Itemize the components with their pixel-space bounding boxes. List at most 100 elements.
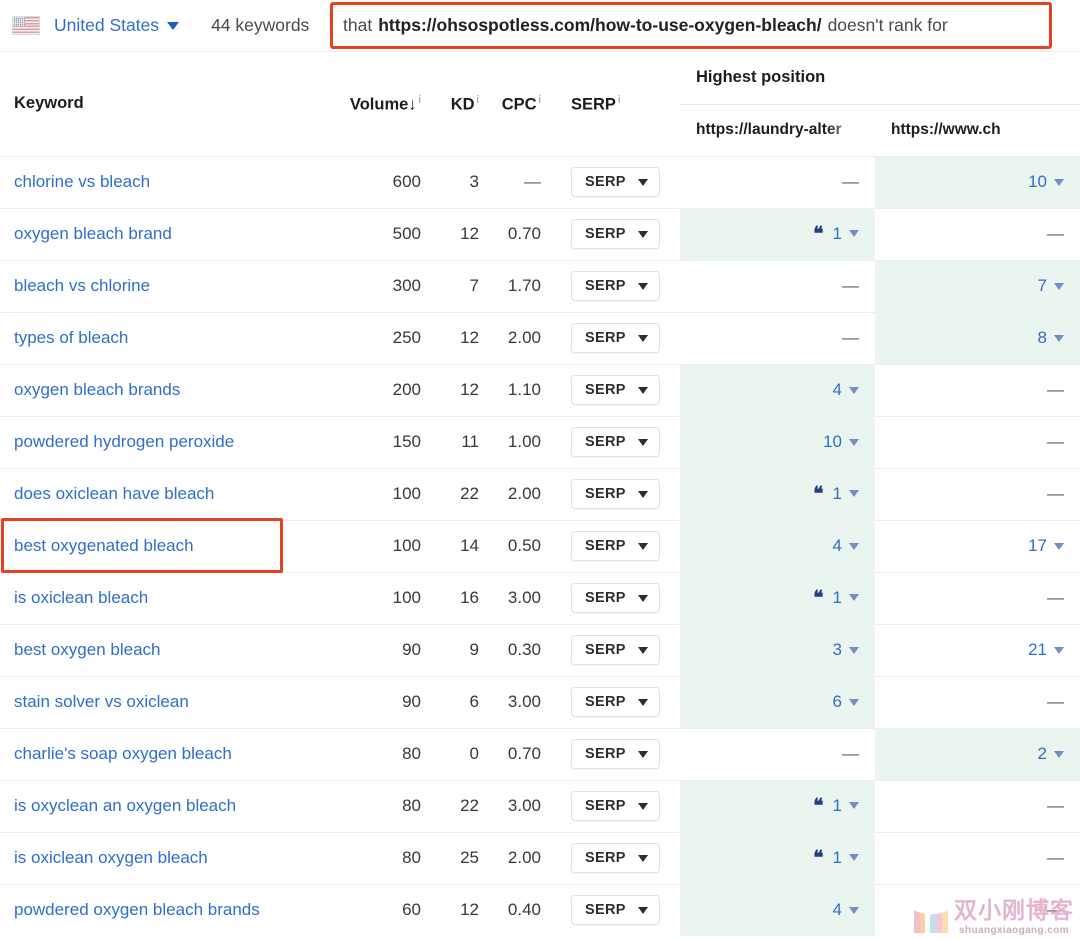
keyword-link[interactable]: best oxygen bleach — [14, 640, 161, 659]
filter-url[interactable]: https://ohsospotless.com/how-to-use-oxyg… — [378, 15, 821, 36]
table-row[interactable]: oxygen bleach brands 200 12 1.10 SERP 4 — — [0, 364, 1080, 416]
serp-button[interactable]: SERP — [571, 479, 660, 509]
table-row[interactable]: stain solver vs oxiclean 90 6 3.00 SERP 6 — — [0, 676, 1080, 728]
keyword-link[interactable]: oxygen bleach brands — [14, 380, 180, 399]
keyword-link[interactable]: powdered oxygen bleach brands — [14, 900, 260, 919]
column-header-kd[interactable]: KD i — [435, 52, 493, 156]
serp-button[interactable]: SERP — [571, 167, 660, 197]
position-cell-1[interactable]: ❝ 1 — [680, 468, 875, 520]
serp-button[interactable]: SERP — [571, 791, 660, 821]
column-header-serp[interactable]: SERP i — [555, 52, 680, 156]
keyword-link[interactable]: chlorine vs bleach — [14, 172, 150, 191]
keyword-link[interactable]: is oxyclean an oxygen bleach — [14, 796, 236, 815]
position-cell-1[interactable]: ❝ 1 — [680, 832, 875, 884]
serp-button[interactable]: SERP — [571, 739, 660, 769]
position-cell-1[interactable]: 4 — [680, 884, 875, 936]
table-row[interactable]: chlorine vs bleach 600 3 — SERP — 10 — [0, 156, 1080, 208]
position-cell-1[interactable]: 3 — [680, 624, 875, 676]
chevron-down-icon[interactable] — [1054, 282, 1064, 290]
chevron-down-icon[interactable] — [849, 698, 859, 706]
chevron-down-icon[interactable] — [849, 594, 859, 602]
keyword-cell[interactable]: is oxiclean bleach — [0, 572, 345, 624]
table-row[interactable]: is oxyclean an oxygen bleach 80 22 3.00 SERP… — [0, 780, 1080, 832]
country-selector[interactable]: United States — [54, 15, 180, 36]
table-row[interactable]: does oxiclean have bleach 100 22 2.00 SERP ❝ 1… — [0, 468, 1080, 520]
keyword-link[interactable]: bleach vs chlorine — [14, 276, 150, 295]
chevron-down-icon[interactable] — [849, 542, 859, 550]
keyword-cell[interactable]: bleach vs chlorine — [0, 260, 345, 312]
keyword-cell[interactable]: best oxygen bleach — [0, 624, 345, 676]
column-header-keyword[interactable]: Keyword — [0, 52, 345, 156]
column-header-cpc[interactable]: CPC i — [493, 52, 555, 156]
position-cell-2[interactable]: 21 — [875, 624, 1080, 676]
serp-button[interactable]: SERP — [571, 583, 660, 613]
table-row[interactable]: is oxiclean oxygen bleach 80 25 2.00 SERP ❝ 1— — [0, 832, 1080, 884]
keyword-cell[interactable]: oxygen bleach brands — [0, 364, 345, 416]
chevron-down-icon[interactable] — [849, 230, 859, 238]
serp-button[interactable]: SERP — [571, 531, 660, 561]
keyword-cell[interactable]: does oxiclean have bleach — [0, 468, 345, 520]
serp-button[interactable]: SERP — [571, 635, 660, 665]
chevron-down-icon[interactable] — [1054, 750, 1064, 758]
position-cell-1[interactable]: 4 — [680, 364, 875, 416]
sort-descending-icon[interactable]: ↓ — [408, 95, 416, 113]
keyword-link[interactable]: is oxiclean oxygen bleach — [14, 848, 208, 867]
serp-button[interactable]: SERP — [571, 271, 660, 301]
column-header-position-url-1[interactable]: https://laundry-alter — [680, 104, 875, 156]
keyword-cell[interactable]: is oxyclean an oxygen bleach — [0, 780, 345, 832]
chevron-down-icon[interactable] — [849, 438, 859, 446]
info-icon[interactable]: i — [419, 94, 421, 106]
serp-button[interactable]: SERP — [571, 427, 660, 457]
position-cell-2[interactable]: 2 — [875, 728, 1080, 780]
chevron-down-icon[interactable] — [1054, 542, 1064, 550]
chevron-down-icon[interactable] — [849, 490, 859, 498]
position-cell-1[interactable]: 4 — [680, 520, 875, 572]
position-cell-1[interactable]: ❝ 1 — [680, 208, 875, 260]
chevron-down-icon[interactable] — [849, 646, 859, 654]
chevron-down-icon[interactable] — [849, 906, 859, 914]
keyword-cell[interactable]: charlie's soap oxygen bleach — [0, 728, 345, 780]
serp-button[interactable]: SERP — [571, 219, 660, 249]
keyword-cell[interactable]: powdered oxygen bleach brands — [0, 884, 345, 936]
position-cell-2[interactable]: 10 — [875, 156, 1080, 208]
serp-button[interactable]: SERP — [571, 895, 660, 926]
table-row[interactable]: bleach vs chlorine 300 7 1.70 SERP — 7 — [0, 260, 1080, 312]
position-cell-1[interactable]: 10 — [680, 416, 875, 468]
position-cell-1[interactable]: ❝ 1 — [680, 780, 875, 832]
position-cell-1[interactable]: 6 — [680, 676, 875, 728]
keyword-link[interactable]: types of bleach — [14, 328, 128, 347]
serp-button[interactable]: SERP — [571, 323, 660, 353]
chevron-down-icon[interactable] — [1054, 178, 1064, 186]
keyword-cell[interactable]: stain solver vs oxiclean — [0, 676, 345, 728]
position-cell-2[interactable]: 7 — [875, 260, 1080, 312]
table-row[interactable]: oxygen bleach brand 500 12 0.70 SERP ❝ 1— — [0, 208, 1080, 260]
info-icon[interactable]: i — [618, 94, 620, 106]
serp-button[interactable]: SERP — [571, 843, 660, 873]
keyword-link[interactable]: is oxiclean bleach — [14, 588, 148, 607]
chevron-down-icon[interactable] — [1054, 334, 1064, 342]
keyword-link[interactable]: powdered hydrogen peroxide — [14, 432, 234, 451]
position-cell-2[interactable]: 17 — [875, 520, 1080, 572]
column-header-position-url-2[interactable]: https://www.ch — [875, 104, 1080, 156]
keyword-cell[interactable]: is oxiclean oxygen bleach — [0, 832, 345, 884]
chevron-down-icon[interactable] — [849, 854, 859, 862]
keyword-link[interactable]: best oxygenated bleach — [14, 536, 194, 555]
table-row[interactable]: is oxiclean bleach 100 16 3.00 SERP ❝ 1— — [0, 572, 1080, 624]
keyword-link[interactable]: stain solver vs oxiclean — [14, 692, 189, 711]
position-cell-2[interactable]: 8 — [875, 312, 1080, 364]
info-icon[interactable]: i — [477, 94, 479, 106]
keyword-link[interactable]: oxygen bleach brand — [14, 224, 172, 243]
serp-button[interactable]: SERP — [571, 375, 660, 405]
column-header-volume[interactable]: Volume↓ i — [345, 52, 435, 156]
table-row[interactable]: powdered oxygen bleach brands 60 12 0.40 SER… — [0, 884, 1080, 936]
table-row[interactable]: best oxygenated bleach 100 14 0.50 SERP 4 17 — [0, 517, 1080, 572]
keyword-cell[interactable]: chlorine vs bleach — [0, 156, 345, 208]
keyword-cell[interactable]: powdered hydrogen peroxide — [0, 416, 345, 468]
keyword-link[interactable]: does oxiclean have bleach — [14, 484, 214, 503]
table-row[interactable]: best oxygen bleach 90 9 0.30 SERP 3 21 — [0, 624, 1080, 676]
keyword-cell[interactable]: oxygen bleach brand — [0, 208, 345, 260]
serp-button[interactable]: SERP — [571, 687, 660, 717]
filter-expression-box[interactable]: that https://ohsospotless.com/how-to-use… — [330, 2, 1052, 49]
chevron-down-icon[interactable] — [849, 802, 859, 810]
position-cell-1[interactable]: ❝ 1 — [680, 572, 875, 624]
